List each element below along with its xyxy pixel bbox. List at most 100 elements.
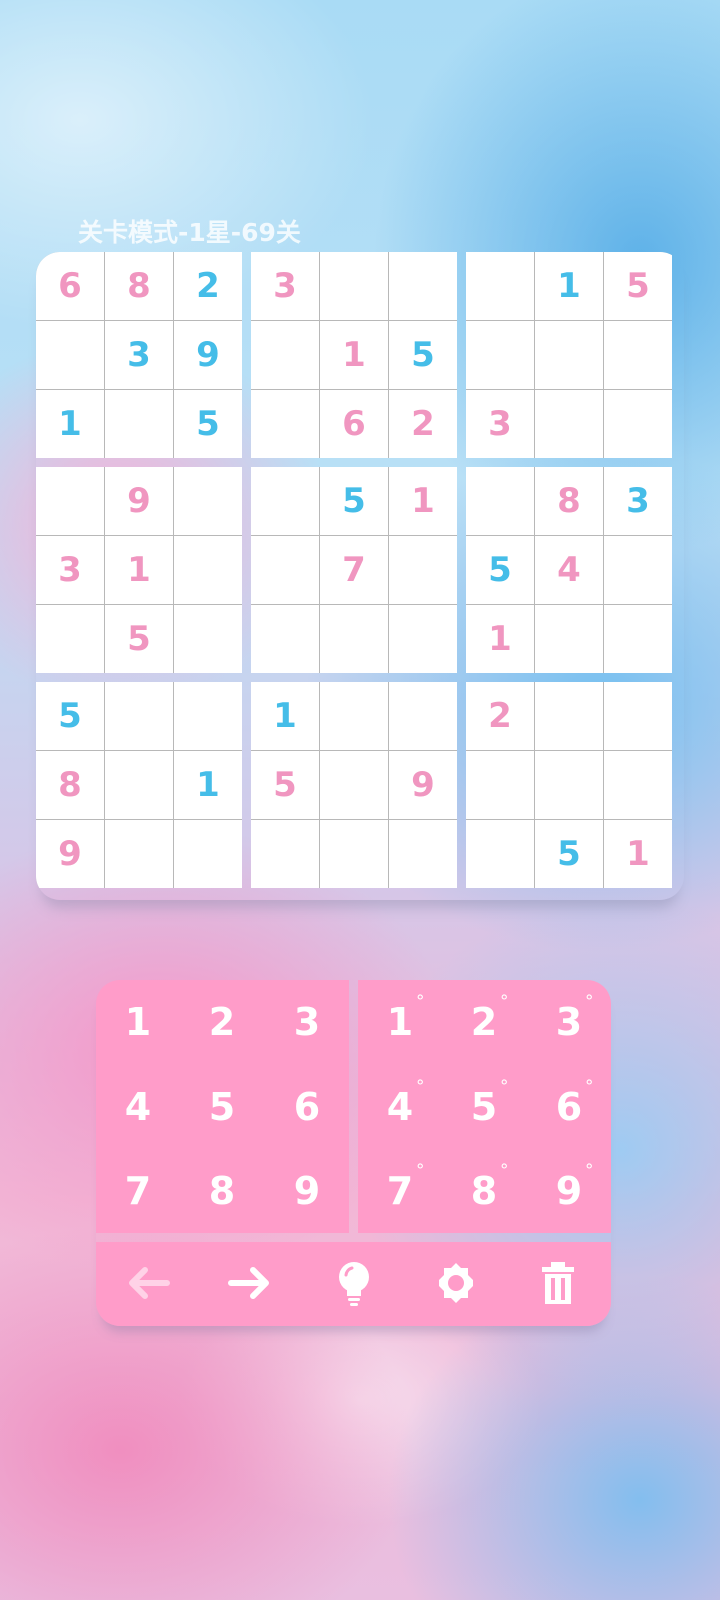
sudoku-cell[interactable]: 5 xyxy=(251,751,319,819)
sudoku-cell[interactable] xyxy=(251,536,319,604)
sudoku-cell[interactable] xyxy=(174,536,242,604)
sudoku-cell[interactable] xyxy=(105,751,173,819)
sudoku-cell[interactable] xyxy=(251,390,319,458)
number-key[interactable]: 9 xyxy=(265,1149,349,1233)
sudoku-cell[interactable] xyxy=(389,682,457,750)
number-key[interactable]: 3 xyxy=(265,980,349,1064)
note-key[interactable]: 7 ° xyxy=(358,1149,442,1233)
sudoku-cell[interactable] xyxy=(320,252,388,320)
sudoku-cell[interactable] xyxy=(604,390,672,458)
sudoku-cell[interactable] xyxy=(251,820,319,888)
sudoku-cell[interactable] xyxy=(320,751,388,819)
sudoku-cell[interactable]: 5 xyxy=(36,682,104,750)
sudoku-cell[interactable]: 6 xyxy=(36,252,104,320)
sudoku-cell[interactable] xyxy=(320,682,388,750)
sudoku-cell[interactable]: 5 xyxy=(604,252,672,320)
sudoku-cell[interactable] xyxy=(466,751,534,819)
sudoku-cell[interactable]: 9 xyxy=(174,321,242,389)
number-key[interactable]: 4 xyxy=(96,1065,180,1149)
sudoku-cell[interactable]: 8 xyxy=(535,467,603,535)
number-key[interactable]: 2 xyxy=(180,980,264,1064)
sudoku-cell[interactable]: 1 xyxy=(174,751,242,819)
undo-button[interactable] xyxy=(118,1253,178,1313)
sudoku-cell[interactable]: 5 xyxy=(105,605,173,673)
erase-button[interactable] xyxy=(528,1253,588,1313)
sudoku-cell[interactable] xyxy=(604,536,672,604)
sudoku-cell[interactable] xyxy=(466,820,534,888)
sudoku-cell[interactable] xyxy=(604,682,672,750)
note-key[interactable]: 6 ° xyxy=(527,1065,611,1149)
note-key[interactable]: 2 ° xyxy=(442,980,526,1064)
sudoku-cell[interactable]: 2 xyxy=(174,252,242,320)
sudoku-cell[interactable]: 2 xyxy=(389,390,457,458)
sudoku-cell[interactable] xyxy=(389,605,457,673)
sudoku-cell[interactable] xyxy=(604,751,672,819)
sudoku-cell[interactable] xyxy=(251,467,319,535)
sudoku-cell[interactable] xyxy=(174,820,242,888)
sudoku-cell[interactable]: 1 xyxy=(320,321,388,389)
note-key[interactable]: 5 ° xyxy=(442,1065,526,1149)
sudoku-cell[interactable]: 9 xyxy=(36,820,104,888)
sudoku-cell[interactable]: 5 xyxy=(320,467,388,535)
sudoku-cell[interactable] xyxy=(251,321,319,389)
sudoku-cell[interactable] xyxy=(604,605,672,673)
sudoku-cell[interactable]: 1 xyxy=(251,682,319,750)
sudoku-cell[interactable] xyxy=(36,605,104,673)
settings-button[interactable] xyxy=(426,1253,486,1313)
sudoku-cell[interactable]: 3 xyxy=(466,390,534,458)
sudoku-cell[interactable] xyxy=(36,467,104,535)
sudoku-cell[interactable]: 9 xyxy=(105,467,173,535)
note-key[interactable]: 4 ° xyxy=(358,1065,442,1149)
sudoku-cell[interactable] xyxy=(36,321,104,389)
sudoku-cell[interactable] xyxy=(105,682,173,750)
sudoku-cell[interactable]: 5 xyxy=(174,390,242,458)
number-key[interactable]: 5 xyxy=(180,1065,264,1149)
sudoku-cell[interactable] xyxy=(174,467,242,535)
sudoku-cell[interactable]: 7 xyxy=(320,536,388,604)
sudoku-cell[interactable]: 4 xyxy=(535,536,603,604)
sudoku-cell[interactable] xyxy=(535,605,603,673)
sudoku-cell[interactable]: 8 xyxy=(36,751,104,819)
sudoku-cell[interactable]: 1 xyxy=(604,820,672,888)
sudoku-cell[interactable]: 3 xyxy=(105,321,173,389)
sudoku-cell[interactable]: 1 xyxy=(36,390,104,458)
note-key[interactable]: 8 ° xyxy=(442,1149,526,1233)
note-key[interactable]: 3 ° xyxy=(527,980,611,1064)
note-key[interactable]: 1 ° xyxy=(358,980,442,1064)
sudoku-cell[interactable] xyxy=(174,682,242,750)
sudoku-cell[interactable]: 6 xyxy=(320,390,388,458)
sudoku-cell[interactable]: 2 xyxy=(466,682,534,750)
sudoku-cell[interactable]: 8 xyxy=(105,252,173,320)
sudoku-cell[interactable]: 3 xyxy=(604,467,672,535)
sudoku-cell[interactable] xyxy=(466,321,534,389)
sudoku-cell[interactable] xyxy=(604,321,672,389)
sudoku-cell[interactable]: 3 xyxy=(36,536,104,604)
note-key[interactable]: 9 ° xyxy=(527,1149,611,1233)
sudoku-cell[interactable]: 1 xyxy=(535,252,603,320)
sudoku-cell[interactable]: 5 xyxy=(535,820,603,888)
hint-button[interactable] xyxy=(324,1253,384,1313)
number-key[interactable]: 8 xyxy=(180,1149,264,1233)
sudoku-cell[interactable] xyxy=(389,252,457,320)
sudoku-cell[interactable] xyxy=(251,605,319,673)
sudoku-cell[interactable]: 1 xyxy=(466,605,534,673)
sudoku-cell[interactable] xyxy=(105,820,173,888)
number-key[interactable]: 6 xyxy=(265,1065,349,1149)
sudoku-cell[interactable]: 1 xyxy=(105,536,173,604)
redo-button[interactable] xyxy=(220,1253,280,1313)
sudoku-cell[interactable] xyxy=(535,751,603,819)
sudoku-cell[interactable] xyxy=(535,682,603,750)
sudoku-cell[interactable] xyxy=(389,820,457,888)
sudoku-cell[interactable]: 5 xyxy=(466,536,534,604)
number-key[interactable]: 1 xyxy=(96,980,180,1064)
sudoku-cell[interactable] xyxy=(320,605,388,673)
sudoku-cell[interactable] xyxy=(535,390,603,458)
sudoku-cell[interactable] xyxy=(105,390,173,458)
sudoku-cell[interactable] xyxy=(320,820,388,888)
sudoku-cell[interactable] xyxy=(535,321,603,389)
sudoku-cell[interactable]: 3 xyxy=(251,252,319,320)
sudoku-cell[interactable] xyxy=(174,605,242,673)
sudoku-cell[interactable] xyxy=(466,467,534,535)
sudoku-cell[interactable]: 1 xyxy=(389,467,457,535)
sudoku-cell[interactable]: 9 xyxy=(389,751,457,819)
